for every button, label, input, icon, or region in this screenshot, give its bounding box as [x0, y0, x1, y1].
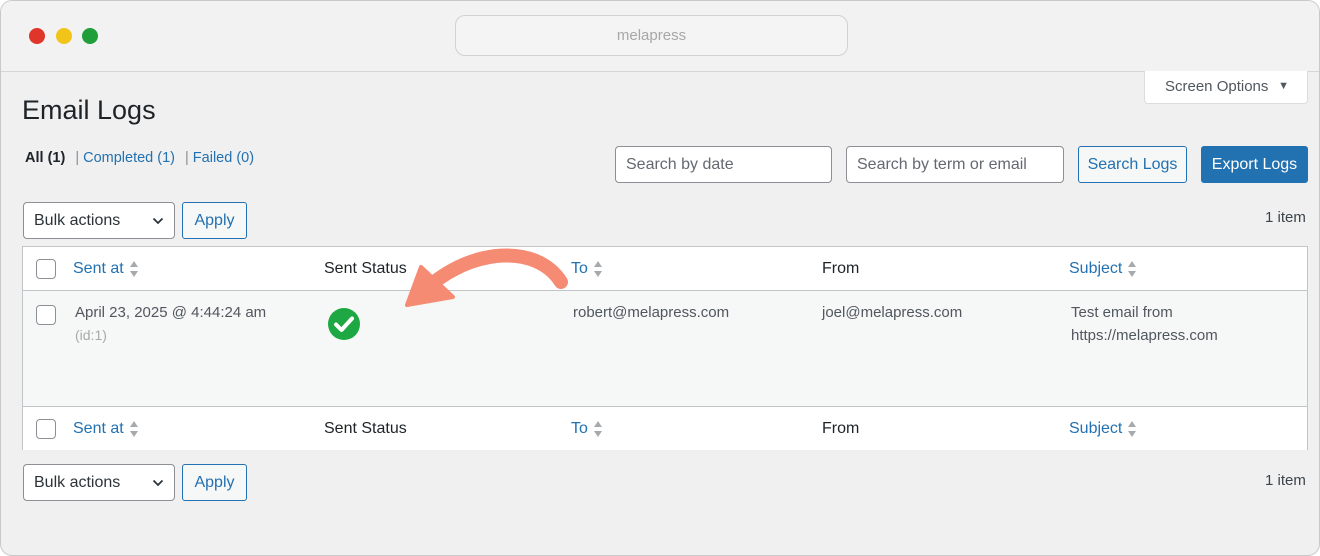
address-bar[interactable]: melapress: [455, 15, 848, 56]
cell-from: joel@melapress.com: [822, 304, 963, 321]
check-circle-icon: [328, 308, 360, 340]
bulk-actions-select-top[interactable]: Bulk actions: [23, 202, 175, 239]
browser-window: melapress Screen Options ▼ Email Logs Al…: [0, 0, 1320, 556]
filter-separator: |: [185, 150, 189, 166]
maximize-window-dot[interactable]: [82, 28, 98, 44]
chevron-down-icon: [152, 479, 164, 487]
filter-completed[interactable]: Completed (1): [83, 150, 175, 166]
sort-arrows-icon: [1128, 420, 1137, 437]
column-sent-at[interactable]: Sent at: [73, 247, 139, 291]
column-from-footer: From: [822, 420, 860, 437]
apply-button-bottom[interactable]: Apply: [182, 464, 247, 501]
email-logs-table: Sent at Sent Status To From Subject Apri…: [22, 246, 1308, 450]
column-to-footer[interactable]: To: [571, 407, 603, 451]
export-logs-button[interactable]: Export Logs: [1201, 146, 1308, 183]
sort-arrows-icon: [129, 420, 138, 437]
table-footer: Sent at Sent Status To From Subject: [23, 406, 1307, 450]
search-by-term-input[interactable]: [846, 146, 1064, 183]
filter-separator: |: [75, 150, 80, 166]
bulk-actions-label: Bulk actions: [34, 212, 121, 229]
column-sent-status-footer: Sent Status: [324, 420, 407, 437]
page-title: Email Logs: [22, 95, 156, 125]
row-checkbox[interactable]: [36, 305, 56, 325]
search-by-date-input[interactable]: [615, 146, 832, 183]
close-window-dot[interactable]: [29, 28, 45, 44]
table-header: Sent at Sent Status To From Subject: [23, 247, 1307, 291]
chevron-down-icon: [152, 217, 164, 225]
column-sent-at-footer[interactable]: Sent at: [73, 407, 139, 451]
log-id: (id:1): [75, 327, 107, 343]
screen-options-button[interactable]: Screen Options ▼: [1144, 71, 1308, 104]
sort-arrows-icon: [593, 420, 602, 437]
table-row[interactable]: April 23, 2025 @ 4:44:24 am (id:1) rober…: [23, 291, 1307, 406]
cell-to: robert@melapress.com: [573, 304, 730, 321]
cell-sent-at: April 23, 2025 @ 4:44:24 am (id:1): [75, 301, 266, 347]
bulk-actions-select-bottom[interactable]: Bulk actions: [23, 464, 175, 501]
bulk-actions-label: Bulk actions: [34, 474, 121, 491]
column-subject-footer[interactable]: Subject: [1069, 407, 1137, 451]
sent-at-datetime: April 23, 2025 @ 4:44:24 am: [75, 304, 267, 321]
column-from: From: [822, 260, 860, 277]
sort-arrows-icon: [593, 260, 602, 277]
subject-line: Test email from: [1071, 304, 1173, 321]
cell-subject: Test email from https://melapress.com: [1071, 301, 1218, 347]
item-count-top: 1 item: [1265, 209, 1306, 226]
status-filter-links: All (1) | Completed (1) | Failed (0): [25, 150, 254, 166]
sort-arrows-icon: [1128, 260, 1137, 277]
sort-arrows-icon: [129, 260, 138, 277]
filter-all[interactable]: All (1): [25, 150, 65, 166]
select-all-checkbox[interactable]: [36, 259, 56, 279]
column-subject[interactable]: Subject: [1069, 247, 1137, 291]
column-sent-status: Sent Status: [324, 260, 407, 277]
column-to[interactable]: To: [571, 247, 603, 291]
apply-button-top[interactable]: Apply: [182, 202, 247, 239]
search-logs-button[interactable]: Search Logs: [1078, 146, 1187, 183]
title-bar: melapress: [1, 1, 1319, 72]
screen-options-label: Screen Options: [1165, 78, 1269, 95]
select-all-checkbox-footer[interactable]: [36, 419, 56, 439]
item-count-bottom: 1 item: [1265, 472, 1306, 489]
caret-down-icon: ▼: [1278, 80, 1289, 92]
minimize-window-dot[interactable]: [56, 28, 72, 44]
filter-failed[interactable]: Failed (0): [193, 150, 254, 166]
subject-line: https://melapress.com: [1071, 327, 1218, 344]
